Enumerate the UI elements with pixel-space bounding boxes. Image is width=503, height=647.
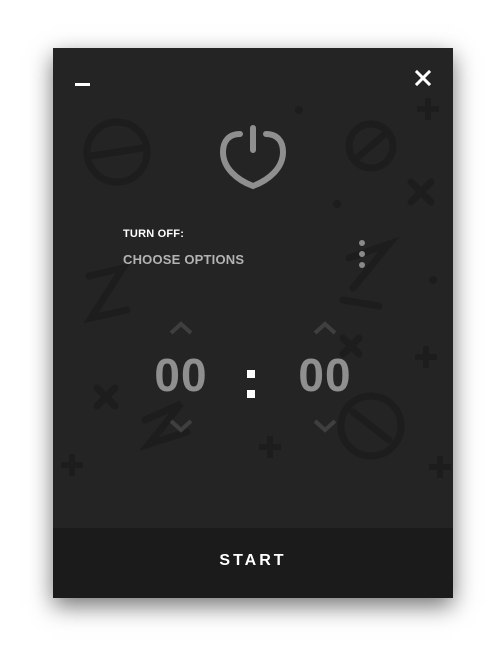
minimize-button[interactable] <box>71 72 95 96</box>
minutes-value[interactable]: 00 <box>285 348 365 402</box>
background-pattern <box>61 98 451 478</box>
timer-window: TURN OFF: CHOOSE OPTIONS 00 00 START <box>53 48 453 598</box>
turn-off-label: TURN OFF: <box>123 228 185 240</box>
close-button[interactable] <box>411 66 435 90</box>
hours-value[interactable]: 00 <box>141 348 221 402</box>
hours-decrement-chevron-down-icon[interactable] <box>167 418 195 434</box>
minus-icon <box>75 83 90 86</box>
choose-options-dropdown[interactable]: CHOOSE OPTIONS <box>123 252 244 267</box>
start-button[interactable]: START <box>53 528 453 598</box>
close-icon <box>414 69 432 87</box>
more-options-button[interactable] <box>353 238 373 270</box>
start-label: START <box>219 552 287 569</box>
minutes-decrement-chevron-down-icon[interactable] <box>311 418 339 434</box>
hours-increment-chevron-up-icon[interactable] <box>167 320 195 336</box>
minutes-increment-chevron-up-icon[interactable] <box>311 320 339 336</box>
time-separator <box>243 366 259 404</box>
power-shield-icon <box>219 125 287 190</box>
